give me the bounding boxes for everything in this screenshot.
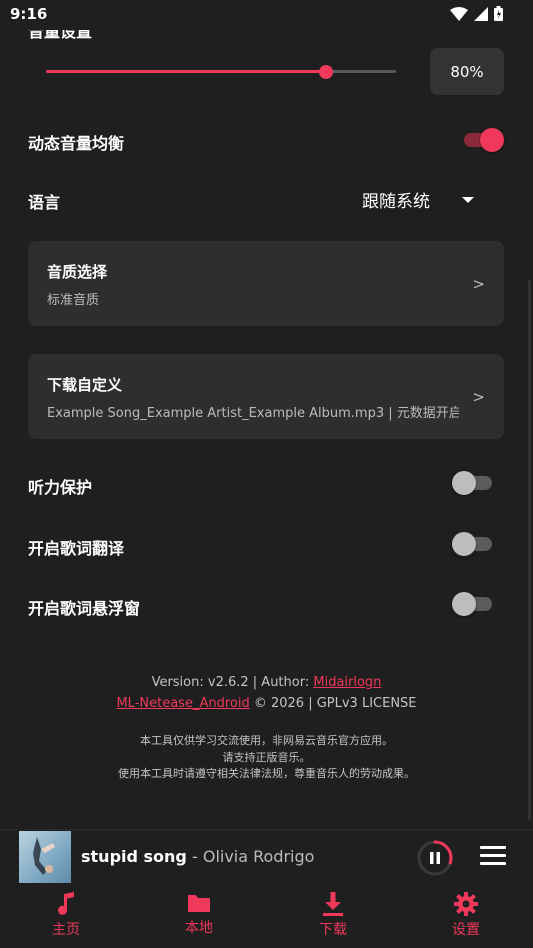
slider-thumb[interactable] [319,65,333,79]
chevron-down-icon [462,196,474,203]
nav-local[interactable]: 本地 [159,892,239,937]
quality-title: 音质选择 [47,263,108,281]
status-bar: 9:16 [0,0,533,30]
folder-icon [188,895,210,912]
pause-button[interactable] [416,839,454,877]
music-note-icon [58,892,74,915]
author-link[interactable]: Midairlogn [313,675,381,690]
nav-download[interactable]: 下载 [293,892,373,939]
signal-icon [474,6,488,21]
album-art[interactable] [19,831,71,883]
pause-icon [430,852,434,864]
repo-link[interactable]: ML-Netease_Android [116,696,249,711]
chevron-right-icon: > [472,275,485,293]
lyrics-translation-label: 开启歌词翻译 [28,539,125,558]
license-text: © 2026 | GPLv3 LICENSE [249,696,417,711]
scrollbar[interactable] [528,280,531,820]
wifi-icon [450,6,468,21]
version-text: Version: v2.6.2 | Author: [151,675,314,690]
now-playing[interactable]: stupid song - Olivia Rodrigo [81,847,314,866]
download-subtitle: Example Song_Example Artist_Example Albu… [47,406,459,421]
disclaimer-line: 本工具仅供学习交流使用，非网易云音乐官方应用。 [140,734,393,747]
status-time: 9:16 [10,5,48,23]
mini-player[interactable]: stupid song - Olivia Rodrigo [0,829,533,884]
song-title: stupid song [81,847,187,866]
volume-value: 80% [450,62,484,81]
lyrics-translation-toggle[interactable] [452,532,496,556]
song-artist: Olivia Rodrigo [202,847,315,866]
nav-settings[interactable]: 设置 [426,892,506,939]
song-separator: - [186,847,203,866]
license-info: ML-Netease_Android © 2026 | GPLv3 LICENS… [0,696,533,711]
volume-value-box[interactable]: 80% [430,48,504,95]
nav-local-label: 本地 [185,920,213,936]
disclaimer-line: 请支持正版音乐。 [222,750,311,764]
volume-slider[interactable] [46,64,396,80]
dynamic-volume-toggle[interactable] [460,128,504,152]
battery-icon [494,6,503,21]
playlist-menu-button[interactable] [480,846,506,866]
download-icon [323,892,343,916]
quality-card[interactable]: 音质选择 标准音质 > [28,241,504,326]
bottom-nav: 主页 本地 下载 设置 [0,884,533,948]
status-icons [450,6,503,21]
quality-subtitle: 标准音质 [47,293,100,308]
floating-lyrics-label: 开启歌词悬浮窗 [28,599,141,618]
language-value: 跟随系统 [362,192,430,212]
slider-fill [46,70,326,73]
nav-download-label: 下载 [319,922,347,938]
floating-lyrics-toggle[interactable] [452,592,496,616]
language-dropdown[interactable]: 跟随系统 [362,187,474,212]
nav-home-label: 主页 [52,922,80,938]
nav-settings-label: 设置 [452,922,480,938]
gear-icon [454,892,478,916]
album-art-figure-icon [33,837,55,875]
hearing-protection-label: 听力保护 [28,478,93,497]
language-label: 语言 [28,193,61,212]
version-info: Version: v2.6.2 | Author: Midairlogn [0,675,533,690]
disclaimer-line: 使用本工具时请遵守相关法律法规，尊重音乐人的劳动成果。 [118,767,415,780]
download-title: 下载自定义 [47,376,123,394]
chevron-right-icon: > [472,388,485,406]
hearing-protection-toggle[interactable] [452,471,496,495]
disclaimer: 本工具仅供学习交流使用，非网易云音乐官方应用。 请支持正版音乐。 使用本工具时请… [0,733,533,783]
dynamic-volume-label: 动态音量均衡 [28,134,125,153]
nav-home[interactable]: 主页 [26,892,106,939]
download-card[interactable]: 下载自定义 Example Song_Example Artist_Exampl… [28,354,504,439]
